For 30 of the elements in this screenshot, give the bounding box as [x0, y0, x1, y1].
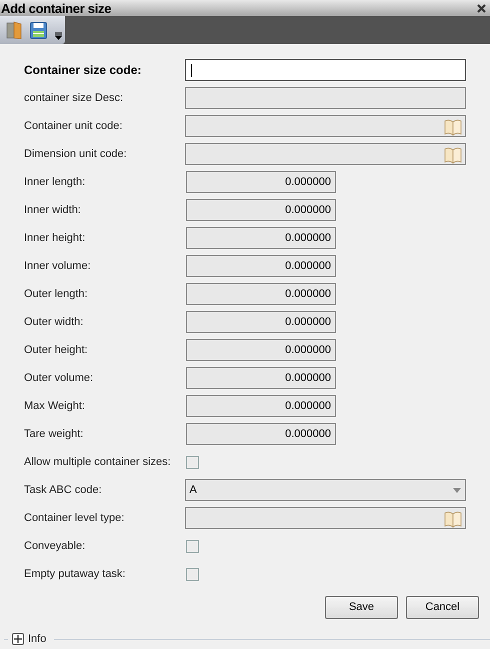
plus-icon	[14, 635, 22, 644]
field-label: Outer length:	[24, 286, 89, 302]
field-label: Inner width:	[24, 202, 82, 218]
field-label: Tare weight:	[24, 426, 84, 442]
field-label: Max Weight:	[24, 398, 86, 414]
field-label: Conveyable:	[24, 538, 86, 554]
field-label: Outer width:	[24, 314, 84, 330]
field-label: Task ABC code:	[24, 482, 103, 498]
field-label: Container size code:	[24, 62, 142, 79]
text-field[interactable]	[184, 59, 466, 81]
field-label: Outer height:	[24, 342, 89, 358]
door-icon[interactable]	[6, 21, 22, 39]
cancel-button[interactable]: Cancel	[406, 596, 479, 619]
field-label: Inner length:	[24, 174, 86, 190]
close-icon[interactable]	[477, 4, 486, 12]
overflow-menu-icon[interactable]	[55, 32, 62, 40]
info-label[interactable]: Info	[28, 631, 46, 648]
field-label: Container unit code:	[24, 118, 124, 134]
field-label: Allow multiple container sizes:	[24, 454, 172, 470]
field-label: Outer volume:	[24, 370, 94, 386]
field-label: Empty putaway task:	[24, 566, 126, 582]
field-label: Container level type:	[24, 510, 126, 526]
field-label: Inner volume:	[24, 258, 92, 274]
field-label: Dimension unit code:	[24, 146, 128, 162]
field-label: container size Desc:	[24, 90, 124, 106]
save-button[interactable]: Save	[325, 596, 398, 619]
save-icon[interactable]	[30, 22, 47, 38]
window-title: Add container size	[1, 2, 112, 14]
expand-toggle[interactable]	[12, 633, 24, 646]
field-label: Inner height:	[24, 230, 86, 246]
